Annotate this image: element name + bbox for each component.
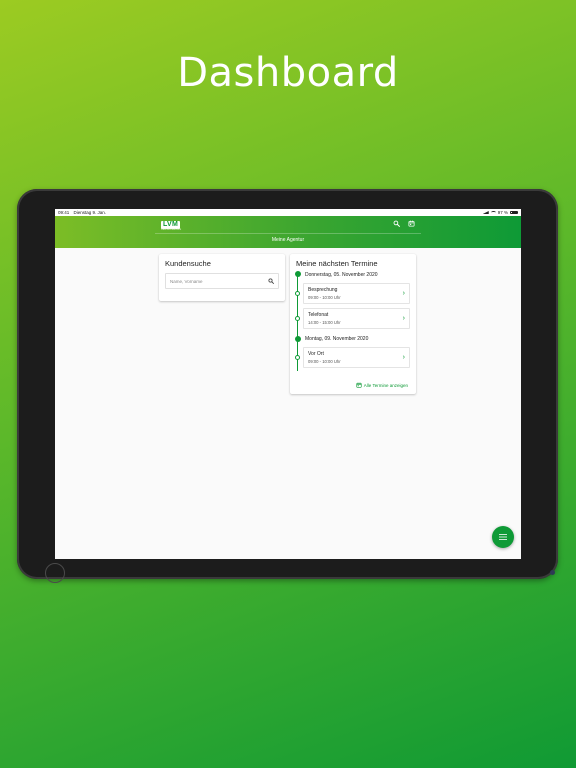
app-screen: 09:41 Dienstag 9. Jan. 97 % LVM VERSICHE… — [55, 209, 521, 559]
agency-title[interactable]: Meine Agentur — [55, 237, 521, 243]
wifi-icon — [490, 211, 496, 214]
app-bar: LVM VERSICHERUNG Meine Agentur — [55, 216, 521, 248]
search-icon[interactable] — [268, 278, 274, 285]
signal-icon — [482, 211, 489, 214]
search-card-title: Kundensuche — [165, 259, 211, 268]
appointment-title: Besprechung — [308, 287, 338, 293]
timeline-item-node — [295, 355, 300, 360]
appointment-item[interactable]: Vor Ort 09:00 - 10:00 Uhr › — [303, 347, 410, 368]
customer-search-card: Kundensuche Name, Vorname — [159, 254, 285, 301]
timeline-day-node — [294, 271, 301, 277]
customer-search-input[interactable]: Name, Vorname — [165, 273, 279, 289]
timeline-item-node — [295, 291, 300, 296]
headline: Dashboard — [177, 50, 399, 96]
appointment-time: 09:00 - 10:00 Uhr — [308, 359, 341, 364]
calendar-icon — [356, 382, 362, 388]
search-icon[interactable] — [392, 219, 400, 227]
day-date-label: Montag, 09. November 2020 — [305, 336, 369, 342]
app-bar-divider — [155, 233, 421, 234]
search-placeholder: Name, Vorname — [170, 278, 203, 284]
chevron-right-icon: › — [402, 354, 405, 361]
appointment-item[interactable]: Besprechung 09:00 - 10:00 Uhr › — [303, 283, 410, 304]
chevron-right-icon: › — [402, 315, 405, 322]
appointments-card-title: Meine nächsten Termine — [296, 259, 378, 268]
menu-fab-button[interactable] — [492, 526, 514, 548]
lvm-logo: LVM VERSICHERUNG — [161, 219, 182, 231]
status-date: Dienstag 9. Jan. — [73, 210, 107, 215]
battery-icon — [510, 210, 518, 215]
menu-icon — [499, 534, 507, 540]
appointment-item[interactable]: Telefonat 14:00 - 15:00 Uhr › — [303, 308, 410, 329]
all-appointments-link[interactable]: Alle Termine anzeigen — [356, 382, 408, 388]
calendar-icon[interactable] — [407, 219, 415, 227]
day-date-label: Donnerstag, 05. November 2020 — [305, 272, 378, 278]
appointment-title: Vor Ort — [308, 351, 324, 357]
timeline-day-node — [294, 336, 301, 342]
all-appointments-label: Alle Termine anzeigen — [363, 382, 408, 388]
appointments-card: Meine nächsten Termine Donnerstag, 05. N… — [290, 254, 416, 394]
appointment-time: 14:00 - 15:00 Uhr — [308, 320, 341, 325]
appointment-time: 09:00 - 10:00 Uhr — [308, 295, 341, 300]
camera — [550, 570, 555, 575]
logo-subtitle: VERSICHERUNG — [161, 228, 182, 231]
home-button[interactable] — [45, 563, 65, 583]
status-bar: 09:41 Dienstag 9. Jan. 97 % — [55, 209, 521, 216]
status-time: 09:41 — [58, 210, 70, 215]
appointment-title: Telefonat — [308, 312, 329, 318]
timeline-item-node — [295, 316, 300, 321]
chevron-right-icon: › — [402, 290, 405, 297]
battery-percent: 97 % — [497, 210, 508, 215]
